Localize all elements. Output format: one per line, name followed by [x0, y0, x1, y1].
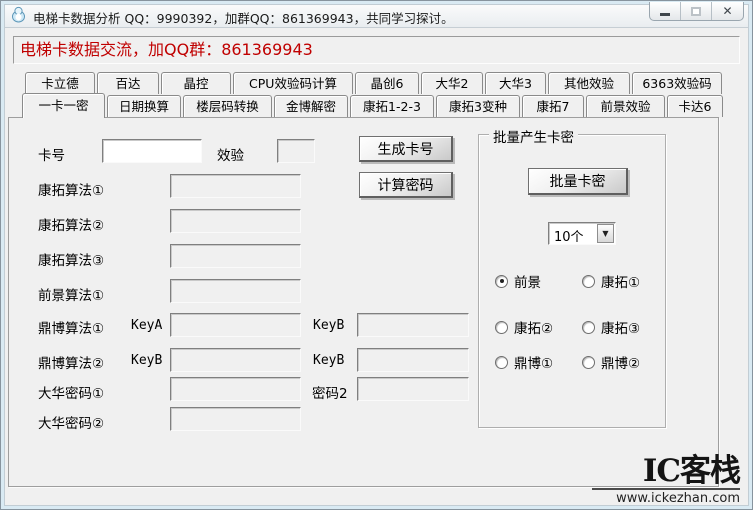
checksum-label: 效验	[217, 144, 244, 164]
tab-row-1: 卡立德 百达 晶控 CPU效验码计算 晶创6 大华2 大华3 其他效验 6363…	[25, 72, 722, 94]
batch-panel-title: 批量产生卡密	[489, 126, 578, 146]
radio-label: 康拓③	[601, 317, 640, 337]
minimize-icon	[660, 13, 670, 16]
window-title: 电梯卡数据分析 QQ：9990392，加群QQ：861369943，共同学习探讨…	[33, 8, 454, 27]
radio-dingbo1[interactable]: 鼎博①	[495, 352, 553, 372]
tab-date-convert[interactable]: 日期换算	[107, 95, 181, 117]
radio-button	[495, 321, 508, 334]
tab-kangtuo-123[interactable]: 康拓1-2-3	[350, 95, 434, 117]
calculate-password-button[interactable]: 计算密码	[359, 172, 453, 198]
radio-button	[495, 275, 508, 288]
radio-button	[582, 321, 595, 334]
tab-kalide[interactable]: 卡立德	[25, 72, 95, 94]
kangtuo3-label: 康拓算法③	[38, 249, 104, 269]
generate-card-button[interactable]: 生成卡号	[359, 136, 453, 162]
kangtuo2-output[interactable]	[170, 209, 301, 233]
kangtuo3-output[interactable]	[170, 244, 301, 268]
tab-kada6[interactable]: 卡达6	[667, 95, 723, 117]
dahua1-password2-label: 密码2	[312, 382, 348, 402]
tab-other-check[interactable]: 其他效验	[548, 72, 630, 94]
dingbo2-keyb1-label: KeyB	[131, 353, 162, 368]
dingbo2-keyb2-output[interactable]	[357, 348, 469, 372]
site-url: www.ickezhan.com	[592, 488, 740, 506]
close-button[interactable]: ✕	[712, 2, 743, 20]
watermark: IC客栈 www.ickezhan.com	[592, 455, 740, 506]
card-number-label: 卡号	[38, 144, 65, 164]
dingbo1-keyb-label: KeyB	[313, 318, 344, 333]
tab-row-2: 一卡一密 日期换算 楼层码转换 金博解密 康拓1-2-3 康拓3变种 康拓7 前…	[22, 95, 723, 118]
app-icon	[10, 6, 27, 27]
site-logo: IC客栈	[592, 455, 740, 487]
batch-panel: 批量产生卡密 批量卡密 10个 ▼ 前景 康拓① 康拓② 康拓③ 鼎博① 鼎博②	[478, 134, 666, 428]
radio-label: 鼎博②	[601, 352, 640, 372]
radio-label: 前景	[514, 271, 541, 291]
tab-jingchuang6[interactable]: 晶创6	[355, 72, 419, 94]
radio-kangtuo3[interactable]: 康拓③	[582, 317, 640, 337]
kangtuo2-label: 康拓算法②	[38, 214, 104, 234]
maximize-button[interactable]	[681, 2, 712, 20]
tab-one-card-one-password[interactable]: 一卡一密	[22, 93, 105, 118]
window-controls: ✕	[649, 2, 744, 21]
dahua1-password2-output[interactable]	[357, 377, 469, 401]
tab-dahua3[interactable]: 大华3	[485, 72, 546, 94]
checksum-input[interactable]	[277, 139, 315, 163]
batch-generate-button[interactable]: 批量卡密	[528, 168, 628, 195]
dingbo2-label: 鼎博算法②	[38, 352, 104, 372]
tab-cpu-checksum[interactable]: CPU效验码计算	[233, 72, 353, 94]
minimize-button[interactable]	[650, 2, 681, 20]
tab-dahua2[interactable]: 大华2	[421, 72, 483, 94]
dingbo2-keyb1-output[interactable]	[170, 348, 301, 372]
radio-kangtuo2[interactable]: 康拓②	[495, 317, 553, 337]
radio-kangtuo1[interactable]: 康拓①	[582, 271, 640, 291]
dahua1-label: 大华密码①	[38, 382, 104, 402]
tab-floorcode[interactable]: 楼层码转换	[183, 95, 272, 117]
radio-label: 康拓①	[601, 271, 640, 291]
kangtuo1-output[interactable]	[170, 174, 301, 198]
tab-6363-checksum[interactable]: 6363效验码	[632, 72, 722, 94]
count-select-value: 10个	[554, 226, 584, 245]
tab-kangtuo7[interactable]: 康拓7	[522, 95, 584, 117]
banner-text: 电梯卡数据交流，加QQ群：861369943	[13, 36, 740, 64]
radio-dingbo2[interactable]: 鼎博②	[582, 352, 640, 372]
qianjing1-label: 前景算法①	[38, 284, 104, 304]
maximize-icon	[691, 7, 701, 16]
dingbo1-keyb-output[interactable]	[357, 313, 469, 337]
tab-kangtuo3-variant[interactable]: 康拓3变种	[436, 95, 520, 117]
dahua2-label: 大华密码②	[38, 412, 104, 432]
radio-label: 康拓②	[514, 317, 553, 337]
dingbo1-label: 鼎博算法①	[38, 317, 104, 337]
tab-jinbo-decrypt[interactable]: 金博解密	[274, 95, 348, 117]
close-icon: ✕	[722, 4, 732, 18]
tab-jingkong[interactable]: 晶控	[161, 72, 231, 94]
chevron-down-icon[interactable]: ▼	[597, 224, 614, 243]
tab-qianjing-check[interactable]: 前景效验	[586, 95, 665, 117]
qianjing1-output[interactable]	[170, 279, 301, 303]
radio-button	[582, 275, 595, 288]
dingbo1-keya-label: KeyA	[131, 318, 162, 333]
dahua2-output[interactable]	[170, 407, 301, 431]
radio-qianjing[interactable]: 前景	[495, 271, 541, 291]
kangtuo1-label: 康拓算法①	[38, 179, 104, 199]
radio-button	[582, 356, 595, 369]
dahua1-output[interactable]	[170, 377, 301, 401]
count-select[interactable]: 10个 ▼	[548, 222, 616, 245]
card-number-input[interactable]	[102, 139, 202, 163]
titlebar: 电梯卡数据分析 QQ：9990392，加群QQ：861369943，共同学习探讨…	[1, 1, 752, 28]
tab-baida[interactable]: 百达	[97, 72, 159, 94]
dingbo2-keyb2-label: KeyB	[313, 353, 344, 368]
dingbo1-keya-output[interactable]	[170, 313, 301, 337]
radio-label: 鼎博①	[514, 352, 553, 372]
radio-button	[495, 356, 508, 369]
